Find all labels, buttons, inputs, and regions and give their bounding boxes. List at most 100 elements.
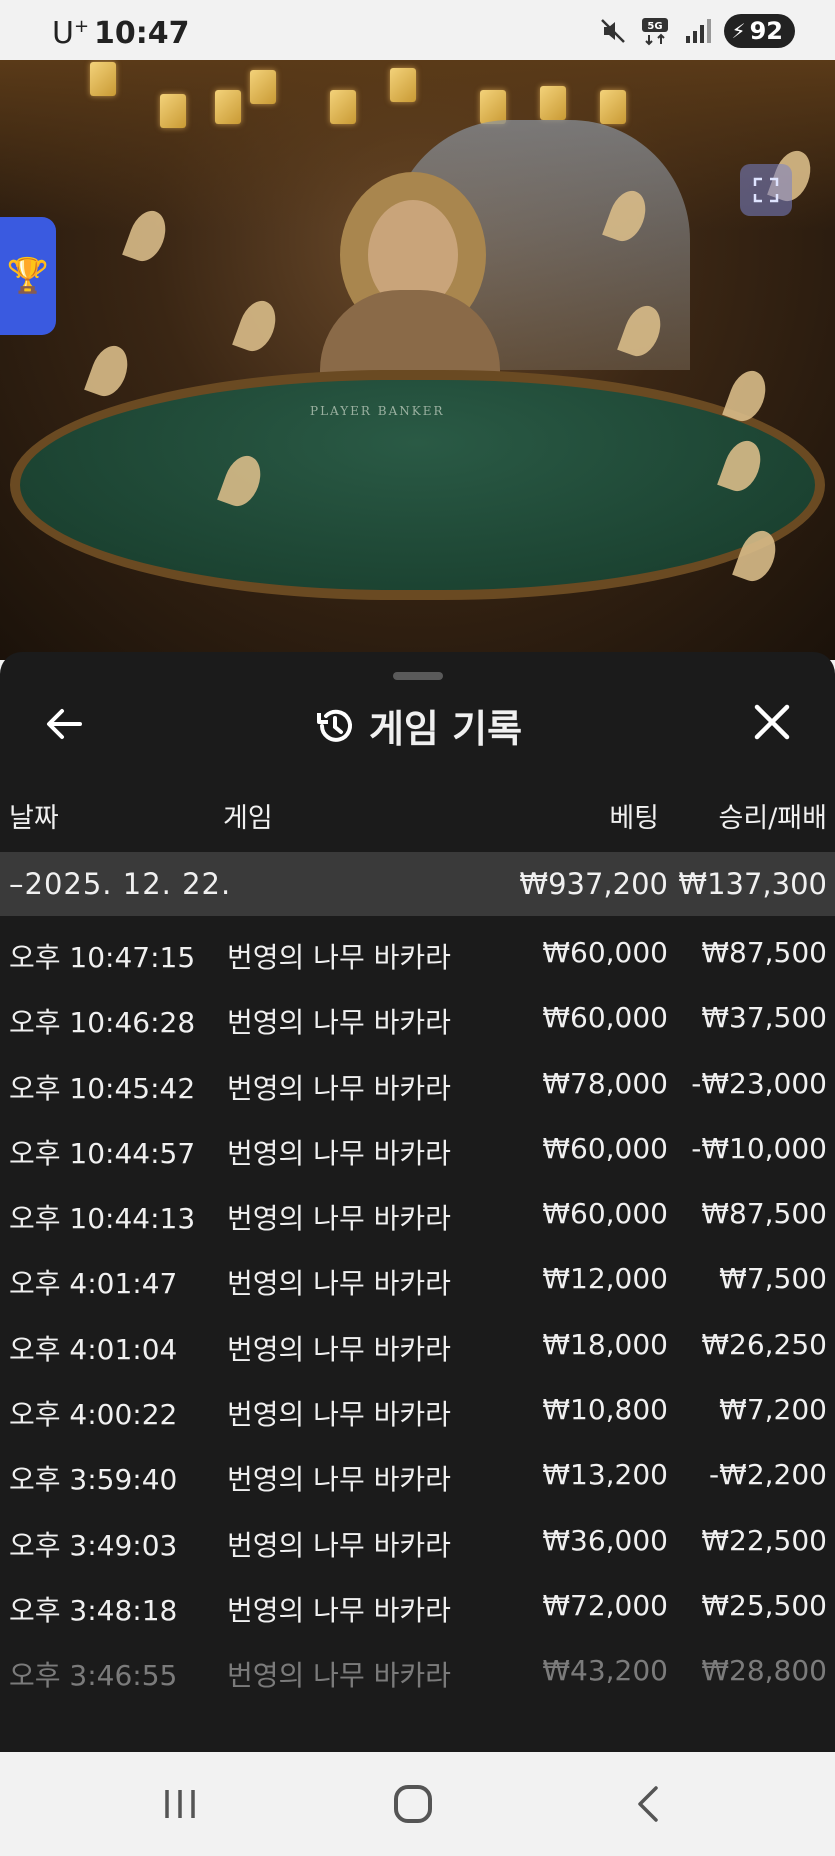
drag-handle[interactable]: [393, 672, 443, 680]
row-game: 번영의 나무 바카라: [227, 1332, 451, 1366]
carrier-label: U+: [52, 16, 90, 51]
row-result: ₩7,500: [719, 1262, 827, 1296]
recent-apps-icon[interactable]: [162, 1787, 198, 1821]
battery-indicator: ⚡ 92: [723, 14, 795, 48]
row-time: 오후 10:47:15: [9, 941, 196, 974]
group-result-total: ₩137,300: [678, 867, 827, 901]
column-header-result: 승리/패배: [718, 803, 827, 834]
network-label: 5G: [647, 21, 662, 32]
row-bet: ₩60,000: [542, 936, 668, 969]
row-result: -₩23,000: [691, 1066, 827, 1100]
live-video[interactable]: PLAYER BANKER 🏆: [0, 60, 835, 660]
row-bet: ₩12,000: [542, 1262, 668, 1296]
battery-level: 92: [749, 17, 783, 45]
group-bet-total: ₩937,200: [519, 867, 668, 901]
row-game: 번영의 나무 바카라: [227, 1659, 451, 1693]
hanging-card: [90, 62, 116, 96]
history-row[interactable]: 오후 10:46:28 번영의 나무 바카라 ₩60,000 ₩37,500: [0, 983, 835, 1048]
row-game: 번영의 나무 바카라: [227, 1593, 451, 1627]
row-bet: ₩72,000: [542, 1588, 668, 1622]
hanging-card: [215, 90, 241, 124]
row-result: ₩87,500: [701, 1197, 827, 1231]
hanging-card: [600, 90, 626, 124]
battery-charging-icon: ⚡: [731, 19, 746, 43]
close-icon: [754, 704, 790, 740]
row-time: 오후 3:48:18: [9, 1593, 178, 1627]
mute-icon: [600, 19, 625, 43]
row-bet: ₩60,000: [542, 1131, 668, 1165]
table-label: PLAYER BANKER: [310, 404, 445, 418]
status-bar: U+ 10:47 5G ⚡ 92: [0, 0, 835, 60]
row-game: 번영의 나무 바카라: [227, 1071, 451, 1105]
row-game: 번영의 나무 바카라: [227, 1006, 451, 1040]
hanging-card: [540, 86, 566, 120]
row-time: 오후 3:46:55: [9, 1659, 178, 1693]
sheet-title: 게임 기록: [0, 698, 835, 753]
navigation-bar: [0, 1752, 835, 1856]
row-result: ₩25,500: [701, 1588, 827, 1622]
history-row[interactable]: 오후 3:59:40 번영의 나무 바카라 ₩13,200 -₩2,200: [0, 1440, 835, 1505]
back-icon[interactable]: [632, 1784, 662, 1824]
row-bet: ₩36,000: [542, 1523, 668, 1557]
fullscreen-icon: [753, 177, 779, 203]
row-game: 번영의 나무 바카라: [227, 1136, 451, 1170]
history-row[interactable]: 오후 3:49:03 번영의 나무 바카라 ₩36,000 ₩22,500: [0, 1506, 835, 1571]
hanging-card: [250, 70, 276, 104]
row-game: 번영의 나무 바카라: [227, 941, 451, 974]
row-game: 번영의 나무 바카라: [227, 1463, 451, 1497]
history-row[interactable]: 오후 10:47:15 번영의 나무 바카라 ₩60,000 ₩87,500: [0, 918, 835, 983]
row-time: 오후 10:46:28: [9, 1006, 196, 1040]
row-time: 오후 4:01:47: [9, 1267, 178, 1301]
game-history-sheet: 게임 기록 날짜 게임 베팅 승리/패배 –2025. 12. 22. ₩937…: [0, 652, 835, 1752]
row-result: ₩37,500: [701, 1001, 827, 1035]
column-header-game: 게임: [223, 803, 273, 834]
row-bet: ₩60,000: [542, 1197, 668, 1231]
history-row[interactable]: 오후 3:46:55 번영의 나무 바카라 ₩43,200 ₩28,800: [0, 1636, 835, 1701]
row-game: 번영의 나무 바카라: [227, 1528, 451, 1562]
column-header-bet: 베팅: [609, 803, 659, 834]
status-icons: 5G ⚡ 92: [598, 14, 795, 48]
row-time: 오후 10:44:13: [9, 1202, 196, 1236]
row-bet: ₩78,000: [542, 1066, 668, 1100]
close-button[interactable]: [752, 702, 792, 742]
row-game: 번영의 나무 바카라: [227, 1398, 451, 1432]
row-time: 오후 3:49:03: [9, 1528, 178, 1562]
row-result: ₩28,800: [701, 1654, 827, 1688]
row-time: 오후 10:45:42: [9, 1071, 196, 1105]
row-bet: ₩13,200: [542, 1458, 668, 1492]
group-date: –2025. 12. 22.: [9, 867, 232, 901]
row-result: ₩26,250: [701, 1327, 827, 1361]
history-list: 오후 10:47:15 번영의 나무 바카라 ₩60,000 ₩87,500 오…: [0, 918, 835, 1702]
hanging-card: [480, 90, 506, 124]
leaf: [84, 340, 134, 402]
status-clock: 10:47: [94, 16, 190, 51]
hanging-card: [390, 68, 416, 102]
history-row[interactable]: 오후 4:00:22 번영의 나무 바카라 ₩10,800 ₩7,200: [0, 1375, 835, 1440]
history-row[interactable]: 오후 4:01:04 번영의 나무 바카라 ₩18,000 ₩26,250: [0, 1310, 835, 1375]
history-row[interactable]: 오후 10:44:13 번영의 나무 바카라 ₩60,000 ₩87,500: [0, 1179, 835, 1244]
column-headers: 날짜 게임 베팅 승리/패배: [0, 796, 835, 846]
leaf: [232, 295, 282, 357]
home-icon[interactable]: [394, 1785, 432, 1823]
history-icon: [316, 709, 352, 742]
row-time: 오후 4:01:04: [9, 1332, 178, 1366]
row-bet: ₩10,800: [542, 1393, 668, 1427]
trophy-button[interactable]: 🏆: [0, 217, 56, 335]
trophy-icon: 🏆: [6, 256, 50, 296]
history-row[interactable]: 오후 3:48:18 번영의 나무 바카라 ₩72,000 ₩25,500: [0, 1571, 835, 1636]
column-header-date: 날짜: [9, 803, 59, 834]
signal-icon: [685, 19, 711, 43]
history-row[interactable]: 오후 4:01:47 번영의 나무 바카라 ₩12,000 ₩7,500: [0, 1244, 835, 1309]
hanging-card: [330, 90, 356, 124]
row-result: ₩7,200: [719, 1393, 827, 1427]
fullscreen-button[interactable]: [740, 164, 792, 216]
row-bet: ₩43,200: [542, 1654, 668, 1688]
row-time: 오후 3:59:40: [9, 1463, 178, 1497]
row-bet: ₩60,000: [542, 1001, 668, 1035]
history-row[interactable]: 오후 10:44:57 번영의 나무 바카라 ₩60,000 -₩10,000: [0, 1114, 835, 1179]
history-row[interactable]: 오후 10:45:42 번영의 나무 바카라 ₩78,000 -₩23,000: [0, 1049, 835, 1114]
leaf: [722, 365, 772, 427]
row-bet: ₩18,000: [542, 1327, 668, 1361]
date-group-row[interactable]: –2025. 12. 22. ₩937,200 ₩137,300: [0, 852, 835, 916]
row-time: 오후 10:44:57: [9, 1136, 196, 1170]
